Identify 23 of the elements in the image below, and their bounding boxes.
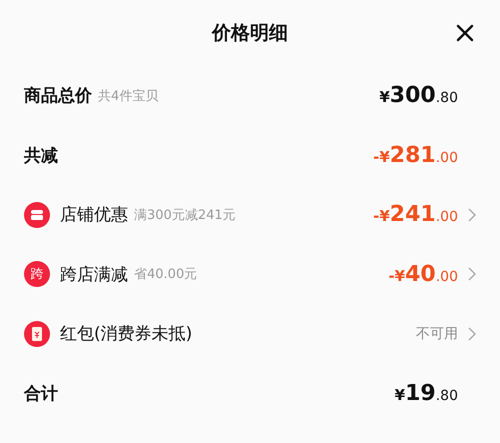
row-label: 共减	[24, 144, 58, 167]
envelope-icon	[24, 320, 50, 347]
amount: -¥241.00	[373, 202, 458, 228]
amount: ¥300.80	[379, 83, 458, 108]
amount: -¥40.00	[388, 262, 458, 287]
chevron-right-icon[interactable]	[468, 326, 476, 341]
row-label: 商品总价	[24, 85, 92, 108]
row-label: 跨店满减	[60, 264, 128, 286]
chevron-right-icon[interactable]	[468, 208, 476, 222]
amount: ¥19.80	[394, 380, 458, 406]
chevron-right-icon[interactable]	[468, 267, 476, 282]
row-note: 满300元减241元	[134, 206, 236, 224]
row-note: 共4件宝贝	[98, 88, 158, 105]
close-icon[interactable]	[456, 24, 474, 42]
panel-title: 价格明细	[212, 21, 288, 46]
row-label: 合计	[24, 382, 58, 405]
row-label: 店铺优惠	[60, 204, 128, 226]
shop-icon	[24, 202, 50, 228]
row-label: 红包(消费券未抵)	[60, 323, 192, 346]
cross-store-badge: 跨	[24, 261, 50, 288]
row-note: 省40.00元	[134, 266, 198, 284]
status-text: 不可用	[416, 324, 458, 343]
amount: -¥281.00	[373, 142, 458, 168]
